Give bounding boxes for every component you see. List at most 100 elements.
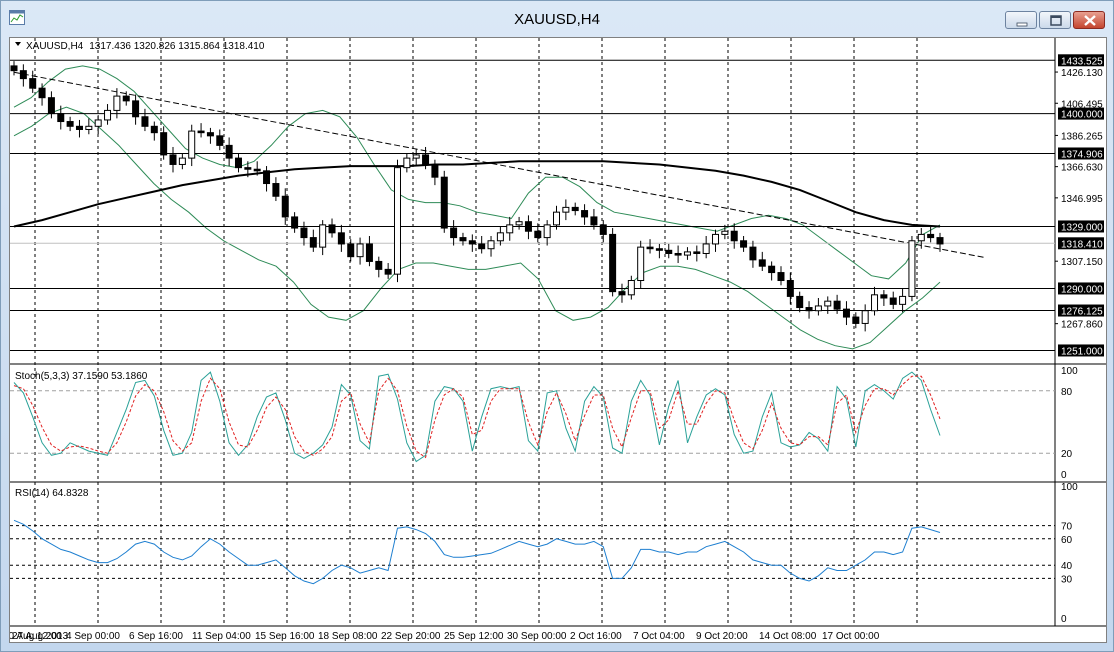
stoch-signal-line xyxy=(13,375,941,459)
level-label: 1433.525 xyxy=(1061,56,1103,67)
candle xyxy=(393,167,401,275)
candle xyxy=(618,291,626,296)
candle xyxy=(805,307,813,312)
chart-menu-triangle-icon[interactable] xyxy=(15,42,21,46)
candle xyxy=(833,300,841,310)
rsi-label: RSI(14) 64.8328 xyxy=(15,488,89,499)
candle xyxy=(543,224,551,239)
candle xyxy=(160,132,168,156)
candle xyxy=(375,260,383,270)
candle xyxy=(506,224,514,234)
price-label: 1346.995 xyxy=(1061,194,1103,205)
maximize-button[interactable] xyxy=(1039,11,1071,29)
stoch-label: Stoch(5,3,3) 37.1590 53.1860 xyxy=(15,371,148,382)
candle xyxy=(85,125,93,130)
window-title: XAUUSD,H4 xyxy=(514,11,600,28)
grid xyxy=(10,38,1106,627)
maximize-icon xyxy=(1050,15,1062,26)
candle xyxy=(75,125,83,130)
candle xyxy=(796,295,804,309)
price-label: 1307.150 xyxy=(1061,257,1103,268)
level-label: 1329.000 xyxy=(1061,222,1103,233)
candle xyxy=(917,233,925,242)
level-label: 1400.000 xyxy=(1061,110,1103,121)
candle xyxy=(496,232,504,242)
time-label: 4 Sep 00:00 xyxy=(66,631,120,642)
candle xyxy=(730,230,738,242)
close-button[interactable] xyxy=(1073,11,1105,29)
candle xyxy=(459,237,467,242)
candle xyxy=(880,294,888,299)
candle xyxy=(47,97,55,115)
candle xyxy=(225,144,233,159)
chart-area[interactable]: 1426.130 1406.495 1386.265 1366.630 1346.995… xyxy=(3,37,1107,643)
candle xyxy=(216,135,224,146)
candle xyxy=(571,206,579,212)
minimize-button[interactable] xyxy=(1005,11,1037,29)
chart-canvas[interactable]: 1426.1301406.4951386.2651366.6301346.995… xyxy=(3,38,1106,642)
candle xyxy=(291,216,299,229)
stoch-main-line xyxy=(13,371,941,463)
candle xyxy=(206,132,214,137)
price-label: 1366.630 xyxy=(1061,163,1103,174)
candle xyxy=(637,246,645,282)
rsi-scale-label: 100 xyxy=(1061,482,1078,493)
candle xyxy=(234,157,242,169)
candle xyxy=(122,95,130,102)
minimize-icon xyxy=(1016,22,1028,27)
rsi-scale-label: 0 xyxy=(1061,614,1067,625)
trendline xyxy=(13,71,985,258)
rsi-line xyxy=(13,519,941,585)
horizontal-levels xyxy=(10,59,1055,351)
candle xyxy=(721,230,729,235)
candle xyxy=(749,246,757,261)
info-line: XAUUSD,H4 1317.436 1320.826 1315.864 1318… xyxy=(26,41,265,52)
level-label: 1318.410 xyxy=(1061,239,1103,250)
stoch-scale-label: 20 xyxy=(1061,449,1073,460)
candle xyxy=(281,195,289,218)
candle xyxy=(19,70,27,80)
candle xyxy=(188,130,196,159)
price-label: 1386.265 xyxy=(1061,131,1103,142)
candle xyxy=(272,183,280,197)
candle xyxy=(384,268,392,275)
candle xyxy=(150,125,158,134)
candle xyxy=(740,240,748,248)
time-label: 9 Oct 20:00 xyxy=(696,631,748,642)
candle xyxy=(422,154,430,165)
candle xyxy=(263,170,271,185)
candle xyxy=(66,121,74,127)
candle xyxy=(674,252,682,256)
candle xyxy=(468,240,476,245)
stoch-scale-label: 100 xyxy=(1061,366,1078,377)
candle xyxy=(300,227,308,239)
rsi-scale-label: 70 xyxy=(1061,522,1073,533)
candle xyxy=(347,243,355,258)
time-label: 2 Oct 16:00 xyxy=(570,631,622,642)
chart-window: XAUUSD,H4 1426.130 1406.495 1386.265 1366.6… xyxy=(0,0,1114,652)
time-label: 22 Sep 20:00 xyxy=(381,631,441,642)
candle xyxy=(590,216,598,226)
candle xyxy=(337,232,345,245)
candle xyxy=(655,248,663,251)
candle xyxy=(104,109,112,121)
candle xyxy=(534,230,542,239)
time-label: 17 Oct 00:00 xyxy=(822,631,880,642)
candle xyxy=(871,294,879,312)
candle xyxy=(581,210,589,218)
candle xyxy=(562,206,570,213)
upper-band-line xyxy=(13,65,941,280)
candle xyxy=(132,100,140,118)
candle xyxy=(253,168,261,172)
candle xyxy=(450,227,458,239)
title-bar[interactable]: XAUUSD,H4 xyxy=(1,1,1113,37)
candle xyxy=(599,224,607,235)
candles xyxy=(10,61,944,332)
level-label: 1374.906 xyxy=(1061,149,1103,160)
candle xyxy=(487,240,495,250)
candle xyxy=(899,295,907,305)
candle xyxy=(665,249,673,254)
candle xyxy=(309,237,317,248)
time-axis: 27 Aug 201330 Aug 12:004 Sep 00:006 Sep … xyxy=(3,631,880,642)
candle xyxy=(712,233,720,245)
